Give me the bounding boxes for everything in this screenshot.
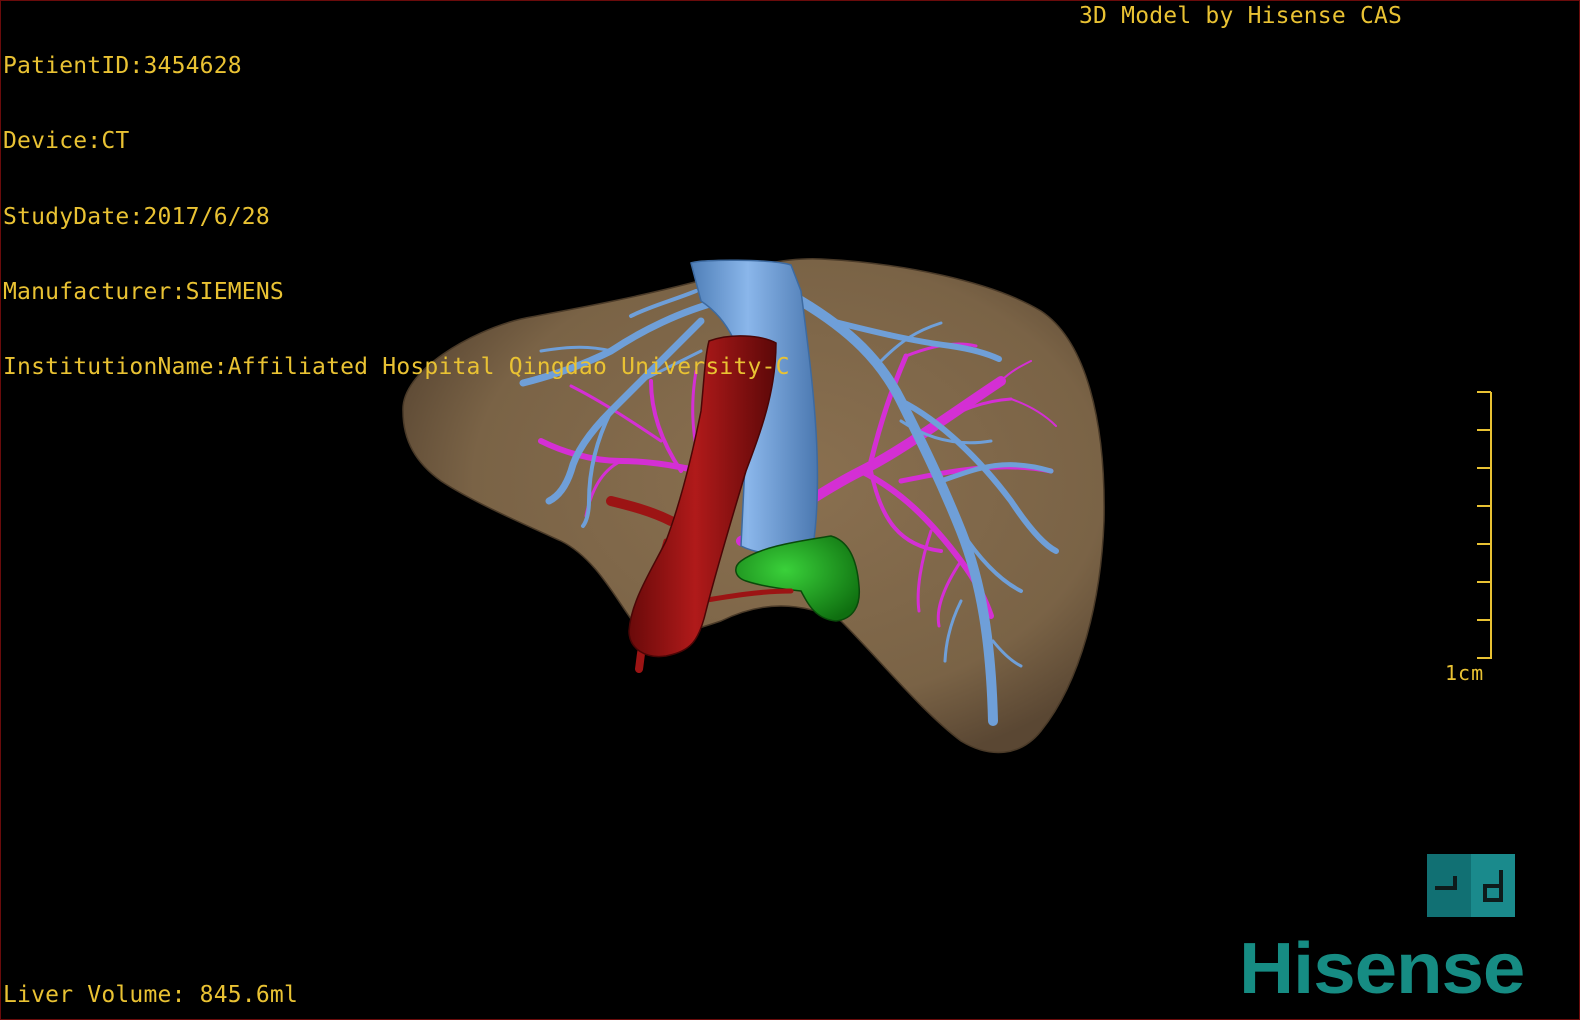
view-orientation-widget[interactable] [1427,854,1515,917]
hisense-logo: Hisense [1239,929,1525,1009]
model-credit-text: 3D Model by Hisense CAS [1079,3,1403,29]
patient-id-text: PatientID:3454628 [3,53,242,79]
scale-label: 1cm [1445,661,1485,685]
study-date-text: StudyDate:2017/6/28 [3,203,270,230]
orientation-label-icon [1435,870,1503,902]
device-text: Device:CT [3,128,130,155]
3d-viewport[interactable]: PatientID:3454628 Device:CT StudyDate:20… [0,0,1580,1020]
dicom-info-block: PatientID:3454628 Device:CT StudyDate:20… [3,4,790,430]
scale-bar [1477,391,1492,659]
manufacturer-text: Manufacturer:SIEMENS [3,278,284,305]
institution-name-text: InstitutionName:Affiliated Hospital Qing… [3,354,790,381]
liver-volume-text: Liver Volume: 845.6ml [3,982,298,1008]
